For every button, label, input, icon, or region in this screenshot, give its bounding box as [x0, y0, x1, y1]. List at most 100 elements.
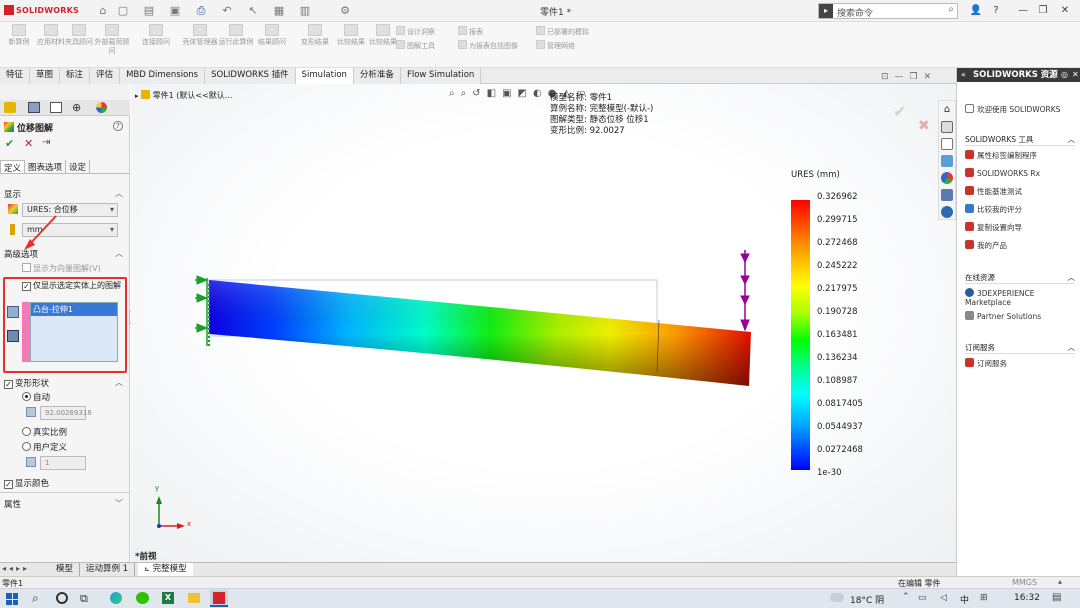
- cortana-icon[interactable]: [56, 592, 68, 604]
- file-explorer-icon[interactable]: [188, 593, 200, 603]
- tab-addins[interactable]: SOLIDWORKS 插件: [205, 68, 296, 84]
- account-icon[interactable]: 👤: [969, 4, 983, 18]
- tab-analysis-prep[interactable]: 分析准备: [353, 68, 401, 84]
- rebuild-icon[interactable]: ▦: [272, 4, 286, 18]
- user-scale-value[interactable]: 1: [40, 456, 86, 470]
- search-icon[interactable]: ⌕: [32, 591, 39, 606]
- tab-full-model[interactable]: ⊾ 完整模型: [138, 563, 193, 576]
- save-icon[interactable]: ▣: [168, 4, 182, 18]
- tab-flow-simulation[interactable]: Flow Simulation: [400, 68, 482, 84]
- search-command-input[interactable]: ▸ 搜索命令 ⌕: [818, 3, 958, 19]
- tab-settings[interactable]: 设定: [66, 160, 91, 173]
- weather-cloud-icon[interactable]: [830, 593, 844, 602]
- display-section-label[interactable]: 显示: [4, 188, 21, 200]
- tab-sketch[interactable]: 草图: [30, 68, 61, 84]
- connection-advisor-button[interactable]: 壳体管理器: [182, 24, 218, 64]
- tool-item[interactable]: 我的产品: [965, 240, 1007, 251]
- panel-close-icon[interactable]: ✕: [1072, 70, 1079, 79]
- windows-start-icon[interactable]: [6, 593, 18, 605]
- viewport-window-controls[interactable]: ⊡—❐✕: [881, 72, 937, 82]
- deployed-simulation-button[interactable]: 已部署的模拟: [536, 26, 589, 37]
- tab-features[interactable]: 特征: [0, 68, 31, 84]
- notification-icon[interactable]: ▤: [1052, 592, 1061, 603]
- results-advisor-button[interactable]: 变形结果: [298, 24, 332, 64]
- network-icon[interactable]: ▭: [918, 593, 927, 603]
- cancel-x-icon[interactable]: ✕: [24, 137, 33, 150]
- solidworks-forum-icon[interactable]: [941, 206, 953, 218]
- tool-item[interactable]: 属性标签编制程序: [965, 150, 1037, 161]
- external-loads-button[interactable]: 外部载荷顾问: [94, 24, 130, 64]
- deformed-result-button[interactable]: 比较结果: [334, 24, 368, 64]
- online-item[interactable]: Partner Solutions: [965, 311, 1041, 321]
- tab-simulation[interactable]: Simulation: [295, 68, 354, 84]
- display-manager-icon[interactable]: [96, 102, 107, 113]
- online-header[interactable]: 在线资源 ︿: [965, 272, 1075, 284]
- config-manager-icon[interactable]: [50, 102, 62, 113]
- undo-icon[interactable]: ↶: [220, 4, 234, 18]
- user-defined-radio[interactable]: [22, 442, 31, 451]
- tab-scroll-arrows[interactable]: ◂◂▸▸: [2, 564, 30, 573]
- feature-tree-icon[interactable]: [4, 102, 16, 113]
- restore-button[interactable]: ❐: [1036, 4, 1050, 18]
- units-chevron-icon[interactable]: ▴: [1058, 577, 1062, 586]
- help-icon[interactable]: ?: [989, 4, 1003, 18]
- fixture-markers[interactable]: [195, 275, 210, 346]
- deformed-shape-option[interactable]: ✓ 变形形状: [4, 377, 49, 389]
- chevron-up-icon[interactable]: ︿: [115, 377, 123, 388]
- subscription-item[interactable]: 订阅服务: [965, 358, 1007, 369]
- fixtures-advisor-button[interactable]: 夹具顾问: [62, 24, 96, 64]
- design-library-icon[interactable]: [941, 121, 953, 133]
- tools-header[interactable]: SOLIDWORKS 工具 ︿: [965, 134, 1075, 146]
- subscription-header[interactable]: 订阅服务 ︿: [965, 342, 1075, 354]
- connections-advisor-button[interactable]: 连接顾问: [132, 24, 180, 64]
- vector-plot-option[interactable]: 显示为向量图解(V): [22, 263, 101, 274]
- auto-scale-value[interactable]: 92.00269318: [40, 406, 92, 420]
- select-icon[interactable]: ↖: [246, 4, 260, 18]
- minimize-button[interactable]: —: [1016, 4, 1030, 18]
- run-study-button[interactable]: 结果顾问: [250, 24, 294, 64]
- tab-markup[interactable]: 标注: [60, 68, 91, 84]
- tab-mbd-dimensions[interactable]: MBD Dimensions: [120, 68, 206, 84]
- tool-item[interactable]: SOLIDWORKS Rx: [965, 168, 1040, 178]
- print-icon[interactable]: ⎙: [194, 4, 208, 18]
- status-units[interactable]: MMGS: [1012, 578, 1037, 587]
- custom-properties-icon[interactable]: [941, 189, 953, 201]
- advanced-section-label[interactable]: 高级选项: [4, 248, 38, 260]
- dimxpert-icon[interactable]: ⊕: [72, 101, 81, 114]
- user-defined-option[interactable]: 用户定义: [22, 441, 67, 453]
- report-button[interactable]: 报表: [458, 26, 483, 37]
- property-section-label[interactable]: 属性: [4, 498, 21, 510]
- body-filter-icon[interactable]: [7, 330, 19, 342]
- volume-icon[interactable]: ◁: [940, 593, 947, 603]
- deformed-checkbox[interactable]: ✓: [4, 380, 13, 389]
- view-palette-icon[interactable]: [941, 155, 953, 167]
- ime-icon[interactable]: ⊞: [980, 593, 988, 603]
- selected-only-option[interactable]: ✓ 仅显示选定实体上的图解: [22, 281, 122, 291]
- tab-evaluate[interactable]: 评估: [90, 68, 121, 84]
- pushpin-icon[interactable]: ⇥: [42, 137, 50, 148]
- units-select[interactable]: mm ▾: [22, 223, 118, 237]
- home-icon[interactable]: ⌂: [96, 4, 110, 18]
- search-icon[interactable]: ⌕: [948, 4, 954, 15]
- body-select-icon[interactable]: [7, 306, 19, 318]
- manage-network-button[interactable]: 管理网络: [536, 40, 575, 51]
- tool-item[interactable]: 复制设置向导: [965, 222, 1022, 233]
- chevron-down-icon[interactable]: ﹀: [115, 498, 123, 509]
- open-file-icon[interactable]: ▤: [142, 4, 156, 18]
- weather-text[interactable]: 18°C 阴: [850, 593, 884, 606]
- include-image-button[interactable]: 为报表包括图像: [458, 40, 518, 51]
- true-scale-radio[interactable]: [22, 427, 31, 436]
- load-arrows[interactable]: [740, 250, 750, 332]
- tab-definition[interactable]: 定义: [0, 160, 26, 174]
- home-tab-icon[interactable]: ⌂: [941, 104, 953, 116]
- solidworks-taskbar-button[interactable]: [210, 590, 228, 607]
- welcome-link[interactable]: 欢迎使用 SOLIDWORKS: [965, 104, 1060, 115]
- compare-results-button[interactable]: 比较结果: [366, 24, 400, 64]
- plot-tools-button[interactable]: 图解工具: [396, 40, 435, 51]
- task-view-icon[interactable]: ⧉: [80, 592, 88, 606]
- close-button[interactable]: ✕: [1058, 4, 1072, 18]
- viewport-restore-icon[interactable]: ⊡: [881, 72, 895, 82]
- input-method-indicator[interactable]: 中: [960, 593, 969, 606]
- component-select[interactable]: URES: 合位移 ▾: [22, 203, 118, 217]
- panel-options-icon[interactable]: ◎: [1061, 70, 1068, 79]
